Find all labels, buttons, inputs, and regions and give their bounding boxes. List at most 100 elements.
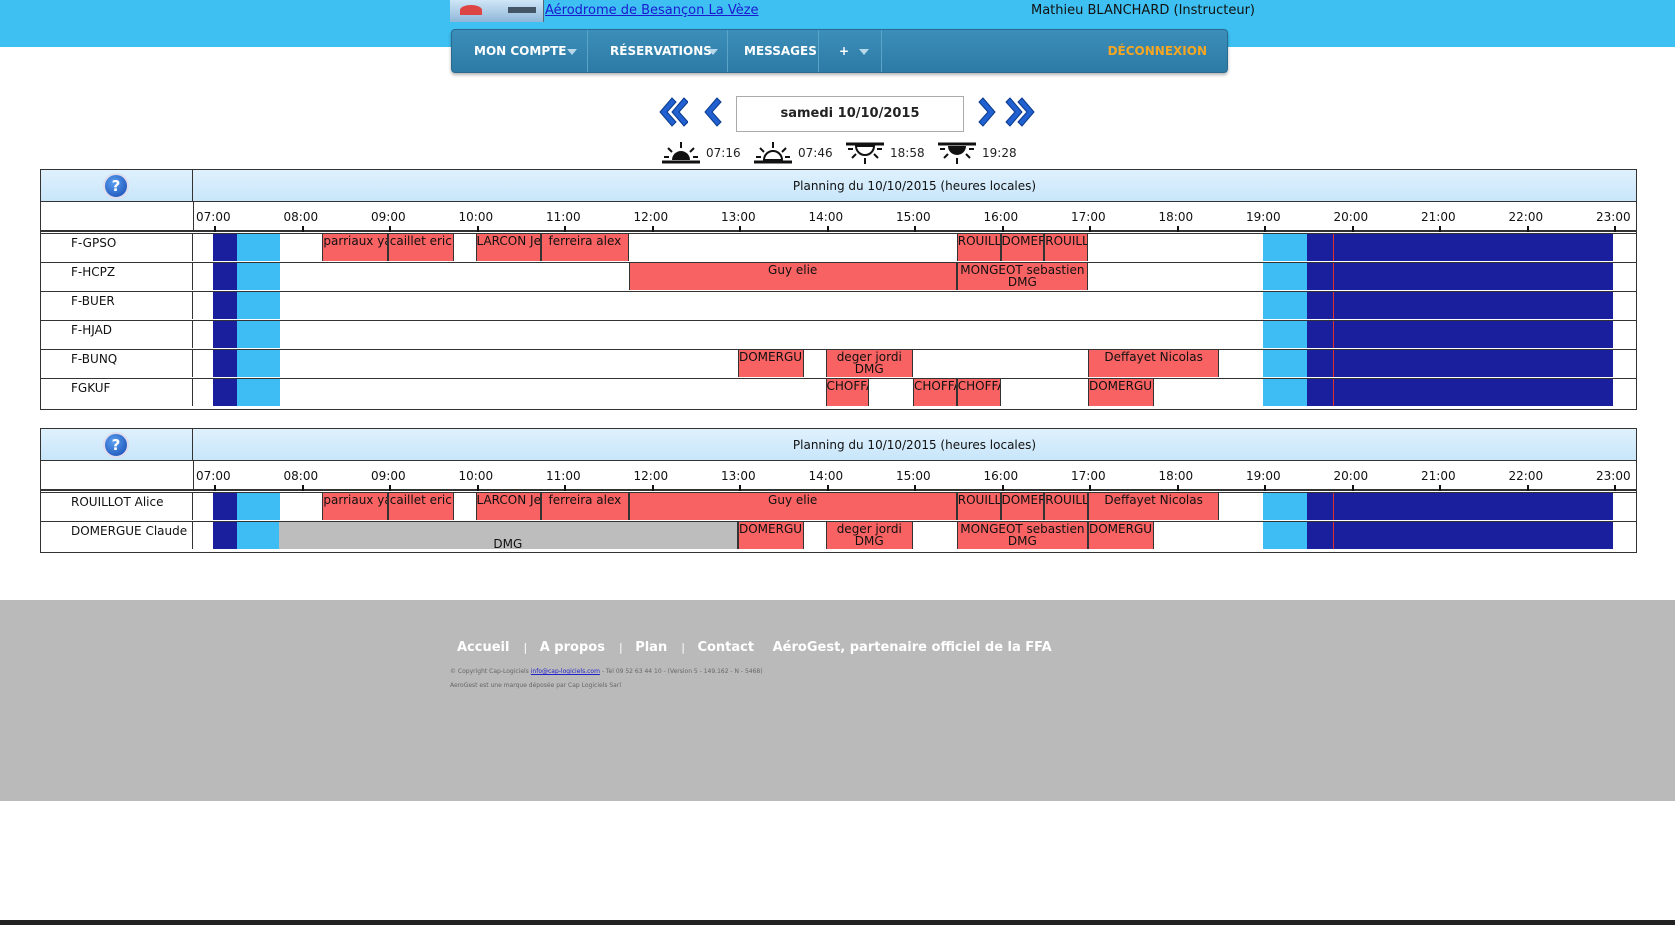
booking-label: Guy elie xyxy=(768,263,818,277)
booking-block[interactable]: parriaux ya xyxy=(322,234,388,261)
booking-block[interactable]: ROUILL xyxy=(956,234,1001,261)
hour-tick xyxy=(1001,226,1004,232)
footer-partner[interactable]: AéroGest, partenaire officiel de la FFA xyxy=(773,640,1052,655)
previous-day-icon[interactable] xyxy=(696,94,728,130)
booking-block[interactable]: caillet eric xyxy=(388,493,454,520)
booking-block[interactable]: LARCON Je xyxy=(475,493,542,520)
unavailable-block: DMG xyxy=(278,522,738,551)
last-day-icon[interactable] xyxy=(1004,94,1036,130)
help-icon[interactable]: ? xyxy=(103,432,129,458)
hour-label: 20:00 xyxy=(1333,210,1369,224)
menu-messages[interactable]: MESSAGES xyxy=(728,30,819,72)
timeline-track[interactable] xyxy=(193,321,1636,348)
footer-link-home[interactable]: Accueil xyxy=(457,640,509,655)
people-planning: ? Planning du 10/10/2015 (heures locales… xyxy=(40,428,1637,553)
hour-tick xyxy=(1526,226,1529,232)
booking-block[interactable]: DOMER xyxy=(1000,234,1045,261)
booking-label: LARCON Je xyxy=(476,493,541,507)
date-field[interactable]: samedi 10/10/2015 xyxy=(736,96,964,132)
booking-block[interactable]: LARCON Je xyxy=(475,234,542,261)
booking-block[interactable]: MONGEOT sebastien DMG xyxy=(956,263,1088,290)
booking-block[interactable]: CHOFFA xyxy=(825,379,870,406)
hour-label: 08:00 xyxy=(283,210,319,224)
booking-label: ROUILL xyxy=(1045,234,1088,248)
booking-block[interactable]: ROUILL xyxy=(1044,493,1088,520)
booking-label: caillet eric xyxy=(389,493,452,507)
footer-link-contact[interactable]: Contact xyxy=(697,640,754,655)
current-time-line xyxy=(1333,292,1334,319)
booking-label: ROUILL xyxy=(957,493,1001,507)
booking-label: Guy elie xyxy=(768,493,818,507)
next-day-icon[interactable] xyxy=(972,94,1004,130)
booking-block[interactable]: ferreira alex xyxy=(541,493,629,520)
booking-block[interactable]: Guy elie xyxy=(628,263,957,290)
booking-block[interactable]: DOMERGUE xyxy=(1088,379,1154,406)
aircraft-name[interactable]: F-HCPZ xyxy=(41,263,193,290)
aircraft-name[interactable]: F-BUNQ xyxy=(41,350,193,377)
hour-tick xyxy=(564,226,566,232)
booking-block[interactable]: ROUILL xyxy=(956,493,1001,520)
timeline-track[interactable]: DOMERGUE deger jordi DMG Deffayet Nicolas xyxy=(193,350,1636,377)
aircraft-row: FGKUFCHOFFACHOFFACHOFFADOMERGUE xyxy=(41,378,1636,407)
booking-block[interactable]: CHOFFA xyxy=(956,379,1001,406)
logout-link[interactable]: DÉCONNEXION xyxy=(1108,30,1207,72)
booking-block[interactable]: Guy elie xyxy=(628,493,957,520)
booking-block[interactable]: MONGEOT sebastien DMG xyxy=(956,522,1088,549)
email-link[interactable]: info@cap-logiciels.com xyxy=(531,668,600,675)
timeline-track[interactable]: CHOFFACHOFFACHOFFADOMERGUE xyxy=(193,379,1636,406)
booking-block[interactable]: Deffayet Nicolas xyxy=(1088,493,1220,520)
timeline-track[interactable] xyxy=(193,292,1636,319)
booking-block[interactable]: DOMER xyxy=(1000,493,1045,520)
hour-label: 10:00 xyxy=(458,210,494,224)
help-icon[interactable]: ? xyxy=(103,173,129,199)
booking-block[interactable]: deger jordi DMG xyxy=(825,522,913,549)
booking-block[interactable]: caillet eric xyxy=(388,234,454,261)
booking-block[interactable]: deger jordi DMG xyxy=(825,350,913,377)
hour-tick xyxy=(651,226,654,232)
aircraft-row: F-HCPZ Guy elie MONGEOT sebastien DMG xyxy=(41,262,1636,291)
booking-block[interactable]: CHOFFA xyxy=(913,379,957,406)
club-link[interactable]: Aérodrome de Besançon La Vèze xyxy=(545,3,759,18)
aircraft-name[interactable]: FGKUF xyxy=(41,379,193,406)
menu-more[interactable]: + xyxy=(819,30,882,72)
hour-tick xyxy=(1614,485,1616,491)
timeline-track[interactable]: Guy elie MONGEOT sebastien DMG xyxy=(193,263,1636,290)
booking-block[interactable]: DOMERGUE xyxy=(738,350,804,377)
first-day-icon[interactable] xyxy=(656,94,689,130)
booking-label: DOMERGUE xyxy=(739,522,804,536)
club-logo[interactable] xyxy=(450,0,544,22)
timeline-track[interactable]: parriaux ya caillet eric LARCON Je ferreira… xyxy=(193,493,1636,520)
hour-tick xyxy=(1351,226,1354,232)
person-name[interactable]: DOMERGUE Claude xyxy=(41,522,193,549)
twilight-evening xyxy=(1263,379,1307,406)
hour-tick xyxy=(1089,226,1091,232)
hour-tick xyxy=(1526,485,1529,491)
hour-label: 17:00 xyxy=(1071,210,1106,224)
booking-block[interactable]: ROUILL xyxy=(1044,234,1088,261)
booking-block[interactable]: Deffayet Nicolas xyxy=(1088,350,1220,377)
aircraft-name[interactable]: F-GPSO xyxy=(41,234,193,261)
booking-block[interactable]: ferreira alex xyxy=(541,234,629,261)
booking-block[interactable]: parriaux ya xyxy=(322,493,388,520)
night-morning xyxy=(213,493,237,520)
booking-label: Deffayet Nicolas xyxy=(1104,350,1203,364)
menu-reservations[interactable]: RÉSERVATIONS xyxy=(588,30,728,72)
person-name[interactable]: ROUILLOT Alice xyxy=(41,493,193,520)
hour-axis: 07:00 08:00 09:00 10:00 11:00 12:00 13:00 14:00… xyxy=(193,461,1636,491)
footer-link-about[interactable]: A propos xyxy=(540,640,605,655)
menu-my-account[interactable]: MON COMPTE xyxy=(452,30,588,72)
aircraft-name[interactable]: F-HJAD xyxy=(41,321,193,348)
hour-tick xyxy=(214,485,216,491)
twilight-morning xyxy=(236,350,281,377)
booking-block[interactable]: DOMERGUE xyxy=(1088,522,1154,549)
booking-label: ROUILL xyxy=(1045,493,1088,507)
aircraft-name[interactable]: F-BUER xyxy=(41,292,193,319)
timeline-track[interactable]: DMG DOMERGUE deger jordi DMG MONGEOT sebasti… xyxy=(193,522,1636,551)
timeline-track[interactable]: parriaux ya caillet eric LARCON Je ferreira… xyxy=(193,234,1636,261)
hour-label: 17:00 xyxy=(1071,469,1106,483)
footer-link-plan[interactable]: Plan xyxy=(635,640,667,655)
sunset: 18:58 xyxy=(844,140,925,166)
hour-tick xyxy=(1176,485,1179,491)
booking-block[interactable]: DOMERGUE xyxy=(738,522,804,549)
hour-label: 18:00 xyxy=(1158,210,1194,224)
